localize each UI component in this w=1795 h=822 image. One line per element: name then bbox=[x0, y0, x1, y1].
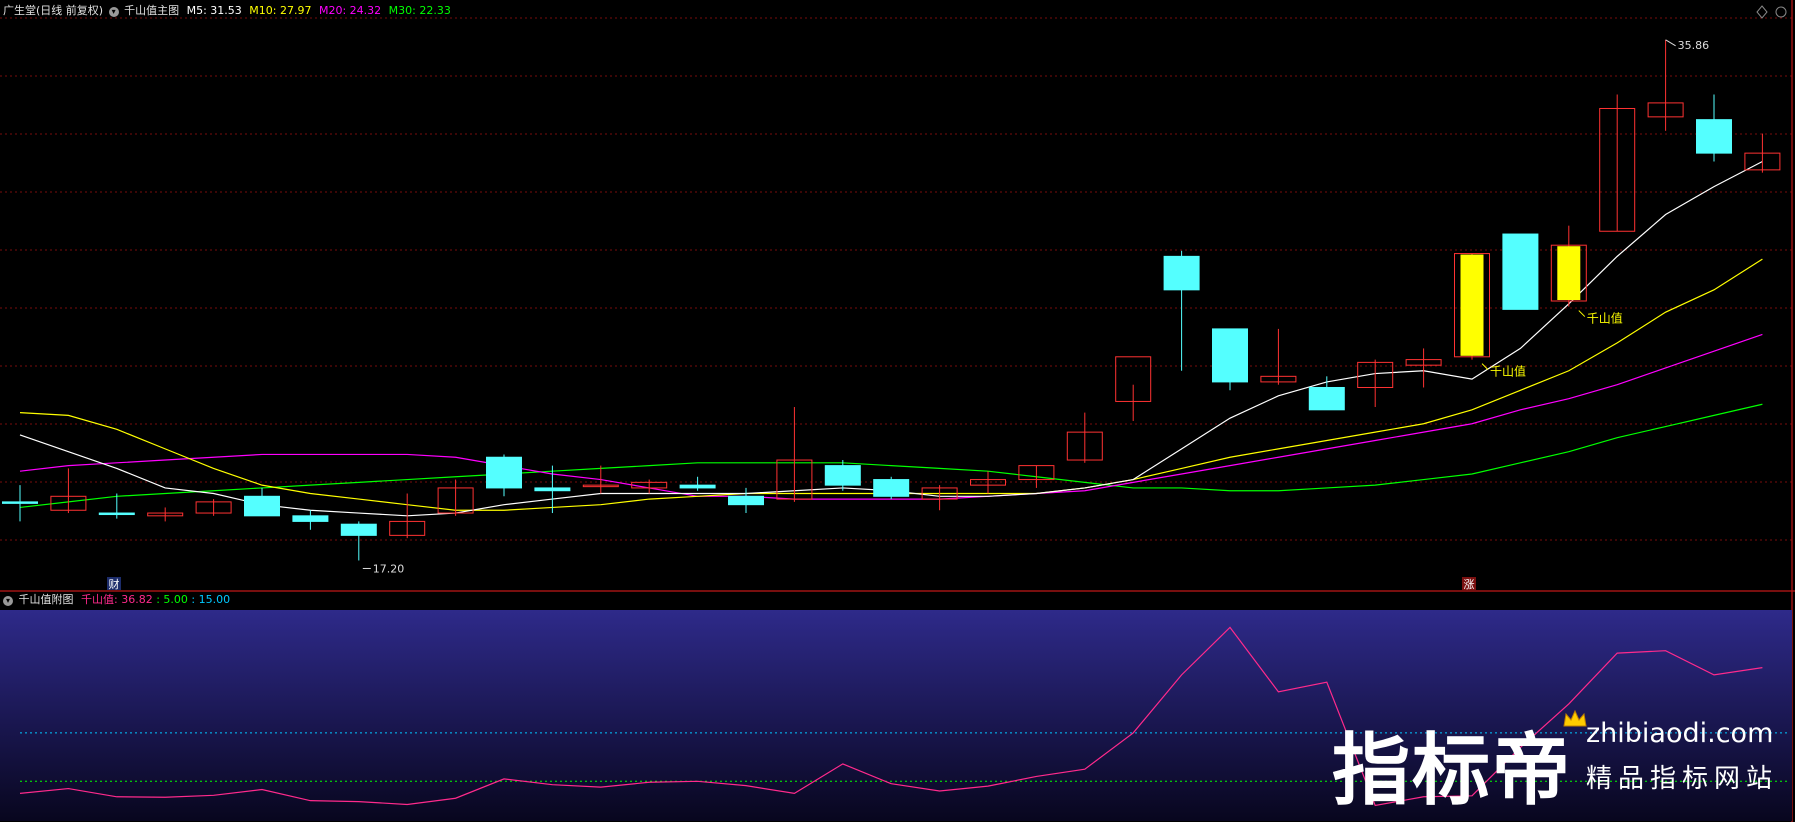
candle-body bbox=[340, 523, 377, 536]
candle-body bbox=[98, 512, 135, 516]
candle-body bbox=[1163, 255, 1200, 291]
level-b-readout: : 15.00 bbox=[191, 593, 231, 606]
high-price-label: 35.86 bbox=[1678, 39, 1710, 52]
candle-body bbox=[728, 495, 764, 506]
signal-label: 千山值 bbox=[1587, 311, 1623, 326]
watermark-url: zhibiaodi.com bbox=[1586, 718, 1774, 749]
indicator-value-readout: 千山值: 36.82 bbox=[81, 593, 153, 606]
candle-body bbox=[534, 487, 571, 492]
tag-zhang: 涨 bbox=[1464, 578, 1475, 591]
candle-body bbox=[1308, 386, 1345, 411]
main-indicator-label[interactable]: 千山值主图 bbox=[124, 4, 179, 17]
candle-body bbox=[292, 515, 329, 522]
watermark-brand: 指标帝 bbox=[1332, 726, 1573, 816]
sub-header: ▾ 千山值附图 千山值: 36.82 : 5.00 : 15.00 bbox=[3, 593, 230, 607]
watermark-subtitle: 精品指标网站 bbox=[1586, 764, 1779, 794]
candle bbox=[1502, 233, 1539, 310]
stock-chart-canvas[interactable]: 17.2035.86千山值千山值财涨 bbox=[0, 0, 1795, 822]
stock-label: 广生堂(日线 前复权) bbox=[3, 4, 104, 17]
ma20-readout: M20: 24.32 bbox=[318, 4, 382, 17]
ma5-readout: M5: 31.53 bbox=[186, 4, 242, 17]
candle-body bbox=[873, 479, 910, 497]
crown-icon bbox=[1563, 709, 1587, 727]
candle-body bbox=[1502, 233, 1539, 310]
low-price-label: 17.20 bbox=[373, 562, 405, 575]
main-header: 广生堂(日线 前复权) ▾ 千山值主图 M5: 31.53 M10: 27.97… bbox=[3, 4, 451, 18]
ma30-readout: M30: 22.33 bbox=[388, 4, 451, 17]
ma10-readout: M10: 27.97 bbox=[249, 4, 312, 17]
candle-body bbox=[2, 501, 38, 504]
candle-body bbox=[1212, 328, 1248, 383]
candle bbox=[1212, 328, 1248, 391]
tag-cai: 财 bbox=[109, 577, 120, 591]
candle-body bbox=[679, 484, 716, 489]
candle-body bbox=[244, 495, 280, 517]
signal-label: 千山值 bbox=[1490, 364, 1526, 379]
candle-body bbox=[486, 456, 522, 489]
level-a-readout: : 5.00 bbox=[156, 593, 188, 606]
candle-body bbox=[1696, 119, 1732, 154]
candle-body-fill bbox=[1460, 254, 1484, 356]
dropdown-icon[interactable]: ▾ bbox=[3, 596, 13, 606]
sub-indicator-label[interactable]: 千山值附图 bbox=[19, 593, 74, 606]
candle-body bbox=[824, 465, 861, 486]
candle bbox=[873, 476, 910, 500]
candle-body-fill bbox=[1557, 246, 1581, 300]
dropdown-icon[interactable]: ▾ bbox=[108, 7, 119, 17]
